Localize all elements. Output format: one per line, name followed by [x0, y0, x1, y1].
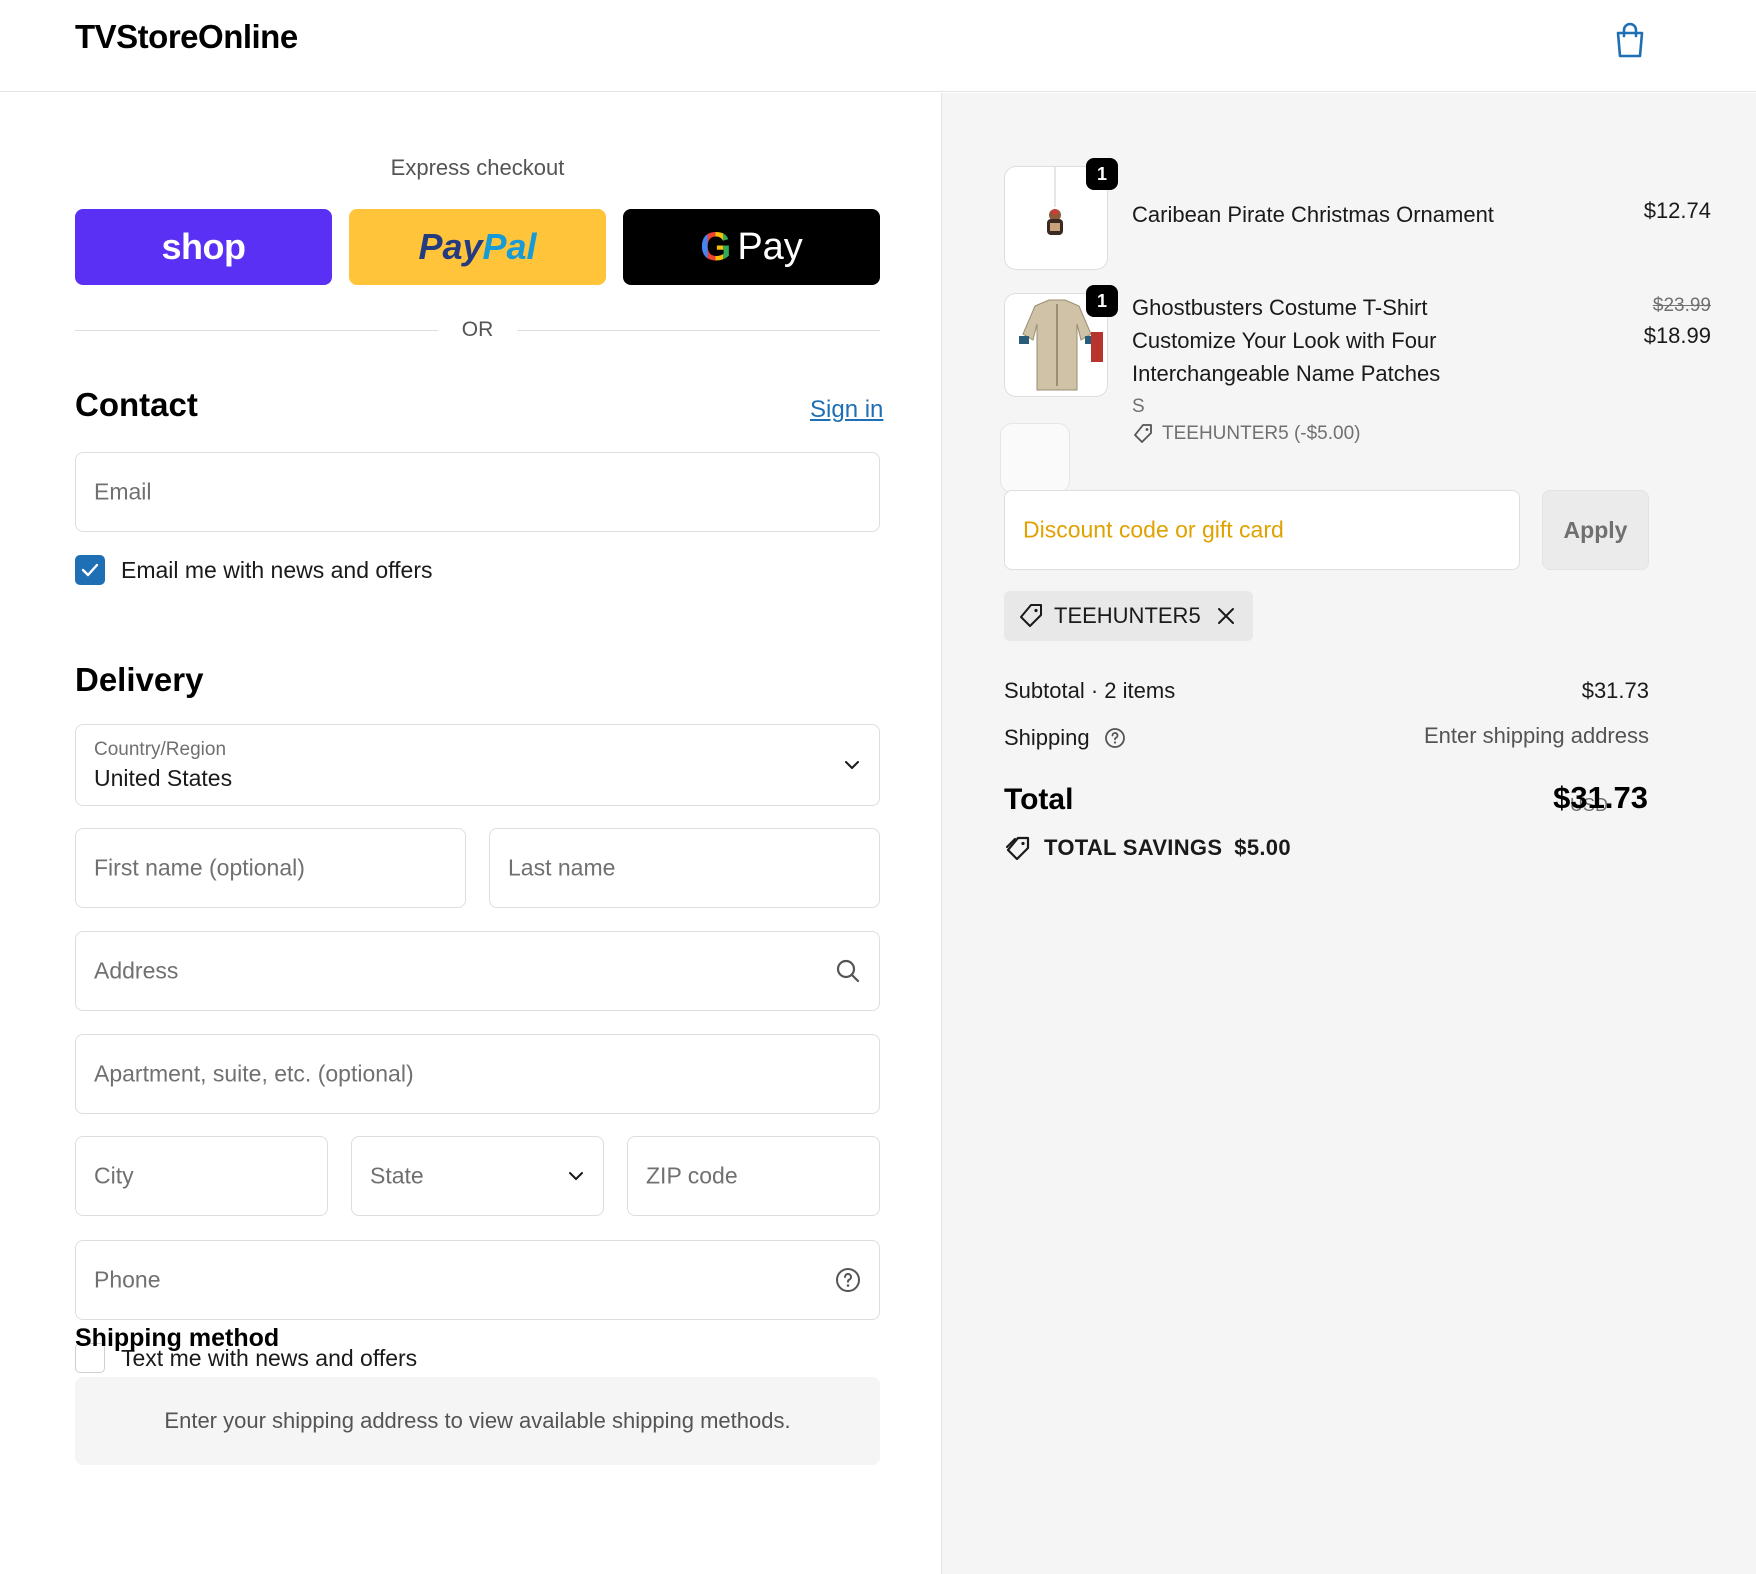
help-circle-icon[interactable] — [835, 1267, 861, 1293]
close-icon[interactable] — [1217, 607, 1235, 625]
shopping-bag-icon — [1616, 22, 1644, 58]
paypal-logo-part2: Pal — [482, 226, 537, 267]
address-field[interactable]: Address — [75, 931, 880, 1011]
last-name-field[interactable]: Last name — [489, 828, 880, 908]
applied-code: TEEHUNTER5 — [1054, 603, 1201, 628]
city-field[interactable]: City — [75, 1136, 328, 1216]
shipping-method-message: Enter your shipping address to view avai… — [75, 1377, 880, 1465]
tag-icon — [1020, 604, 1042, 627]
shipping-row: Shipping Enter shipping address — [1004, 723, 1649, 751]
google-pay-label: Pay — [737, 225, 803, 268]
contact-title: Contact — [75, 386, 198, 423]
item-discount-text: TEEHUNTER5 (-$5.00) — [1162, 423, 1361, 444]
sign-in-link[interactable]: Sign in — [810, 396, 883, 424]
city-placeholder: City — [94, 1162, 134, 1189]
subtotal-label: Subtotal · 2 items — [1004, 678, 1176, 703]
zip-field[interactable]: ZIP code — [627, 1136, 880, 1216]
country-label: Country/Region — [94, 739, 227, 760]
order-summary: 1 Caribean Pirate Christmas Ornament $12… — [941, 93, 1756, 1574]
shipping-value: Enter shipping address — [1423, 723, 1649, 748]
tags-icon — [1005, 836, 1030, 861]
zip-placeholder: ZIP code — [646, 1162, 738, 1189]
country-value: United States — [94, 765, 233, 791]
subtotal-value: $31.73 — [1581, 678, 1649, 703]
item-name: Caribean Pirate Christmas Ornament — [1132, 202, 1494, 227]
apartment-field[interactable]: Apartment, suite, etc. (optional) — [75, 1034, 880, 1114]
help-circle-icon[interactable] — [1104, 727, 1126, 749]
state-select[interactable]: State — [351, 1136, 604, 1216]
apply-button[interactable]: Apply — [1542, 490, 1649, 570]
item-discount: TEEHUNTER5 (-$5.00) — [1132, 423, 1361, 445]
scroll-placeholder — [1000, 423, 1070, 493]
site-header: TVStoreOnline — [0, 0, 1756, 92]
quantity-badge: 1 — [1086, 158, 1118, 190]
item-name-line: Interchangeable Name Patches — [1132, 361, 1441, 386]
store-logo[interactable]: TVStoreOnline — [75, 18, 298, 56]
search-icon[interactable] — [835, 958, 861, 984]
chevron-down-icon — [843, 759, 861, 771]
shop-pay-button[interactable]: shop — [75, 209, 332, 285]
google-g-icon: G — [700, 224, 732, 269]
paypal-logo-part1: Pay — [418, 226, 483, 267]
state-placeholder: State — [370, 1162, 424, 1189]
shipping-method-title: Shipping method — [75, 1324, 280, 1352]
phone-field[interactable]: Phone — [75, 1240, 880, 1320]
item-variant: S — [1132, 396, 1145, 417]
apartment-placeholder: Apartment, suite, etc. (optional) — [94, 1060, 414, 1087]
country-select[interactable]: Country/Region United States — [75, 724, 880, 806]
chevron-down-icon — [567, 1170, 585, 1182]
quantity-badge: 1 — [1086, 285, 1118, 317]
last-name-placeholder: Last name — [508, 854, 616, 881]
item-name-line: Customize Your Look with Four — [1132, 328, 1437, 353]
total-label: Total — [1004, 783, 1074, 816]
google-pay-button[interactable]: G Pay — [623, 209, 880, 285]
email-news-option[interactable]: Email me with news and offers — [75, 555, 433, 585]
email-field[interactable]: Email — [75, 452, 880, 532]
discount-placeholder: Discount code or gift card — [1023, 516, 1284, 543]
first-name-placeholder: First name (optional) — [94, 854, 305, 881]
item-name-line: Ghostbusters Costume T-Shirt — [1132, 295, 1428, 320]
total-savings: TOTAL SAVINGS $5.00 — [1004, 835, 1291, 861]
email-news-checkbox[interactable] — [75, 555, 105, 585]
or-divider: OR — [75, 315, 880, 345]
line-item: 1 Ghostbusters Costume T-Shirt Customize… — [1004, 285, 1711, 453]
tag-icon — [1134, 424, 1152, 443]
paypal-button[interactable]: Pay Pal — [349, 209, 606, 285]
delivery-title: Delivery — [75, 661, 204, 698]
discount-code-field[interactable]: Discount code or gift card — [1004, 490, 1520, 570]
checkout-form: Express checkout shop Pay Pal G Pay OR Co… — [0, 93, 941, 1574]
cart-button[interactable] — [1608, 18, 1652, 62]
applied-discount-chip: TEEHUNTER5 — [1004, 591, 1253, 641]
address-placeholder: Address — [94, 957, 179, 984]
or-text: OR — [461, 318, 494, 341]
savings-value: $5.00 — [1234, 835, 1291, 860]
line-item: 1 Caribean Pirate Christmas Ornament $12… — [1004, 158, 1711, 270]
subtotal-row: Subtotal · 2 items $31.73 — [1004, 678, 1649, 704]
item-price: $18.99 — [1643, 323, 1711, 348]
phone-placeholder: Phone — [94, 1266, 161, 1293]
email-news-label: Email me with news and offers — [121, 556, 433, 583]
total-value: $31.73 — [1553, 780, 1648, 815]
email-placeholder: Email — [94, 478, 152, 505]
shop-pay-label: shop — [161, 226, 247, 267]
checkmark-icon — [81, 563, 99, 577]
savings-label: TOTAL SAVINGS — [1044, 835, 1223, 860]
express-checkout-title: Express checkout — [390, 155, 565, 180]
first-name-field[interactable]: First name (optional) — [75, 828, 466, 908]
item-original-price: $23.99 — [1652, 295, 1711, 316]
shipping-label: Shipping — [1004, 725, 1090, 750]
item-price: $12.74 — [1643, 198, 1711, 223]
